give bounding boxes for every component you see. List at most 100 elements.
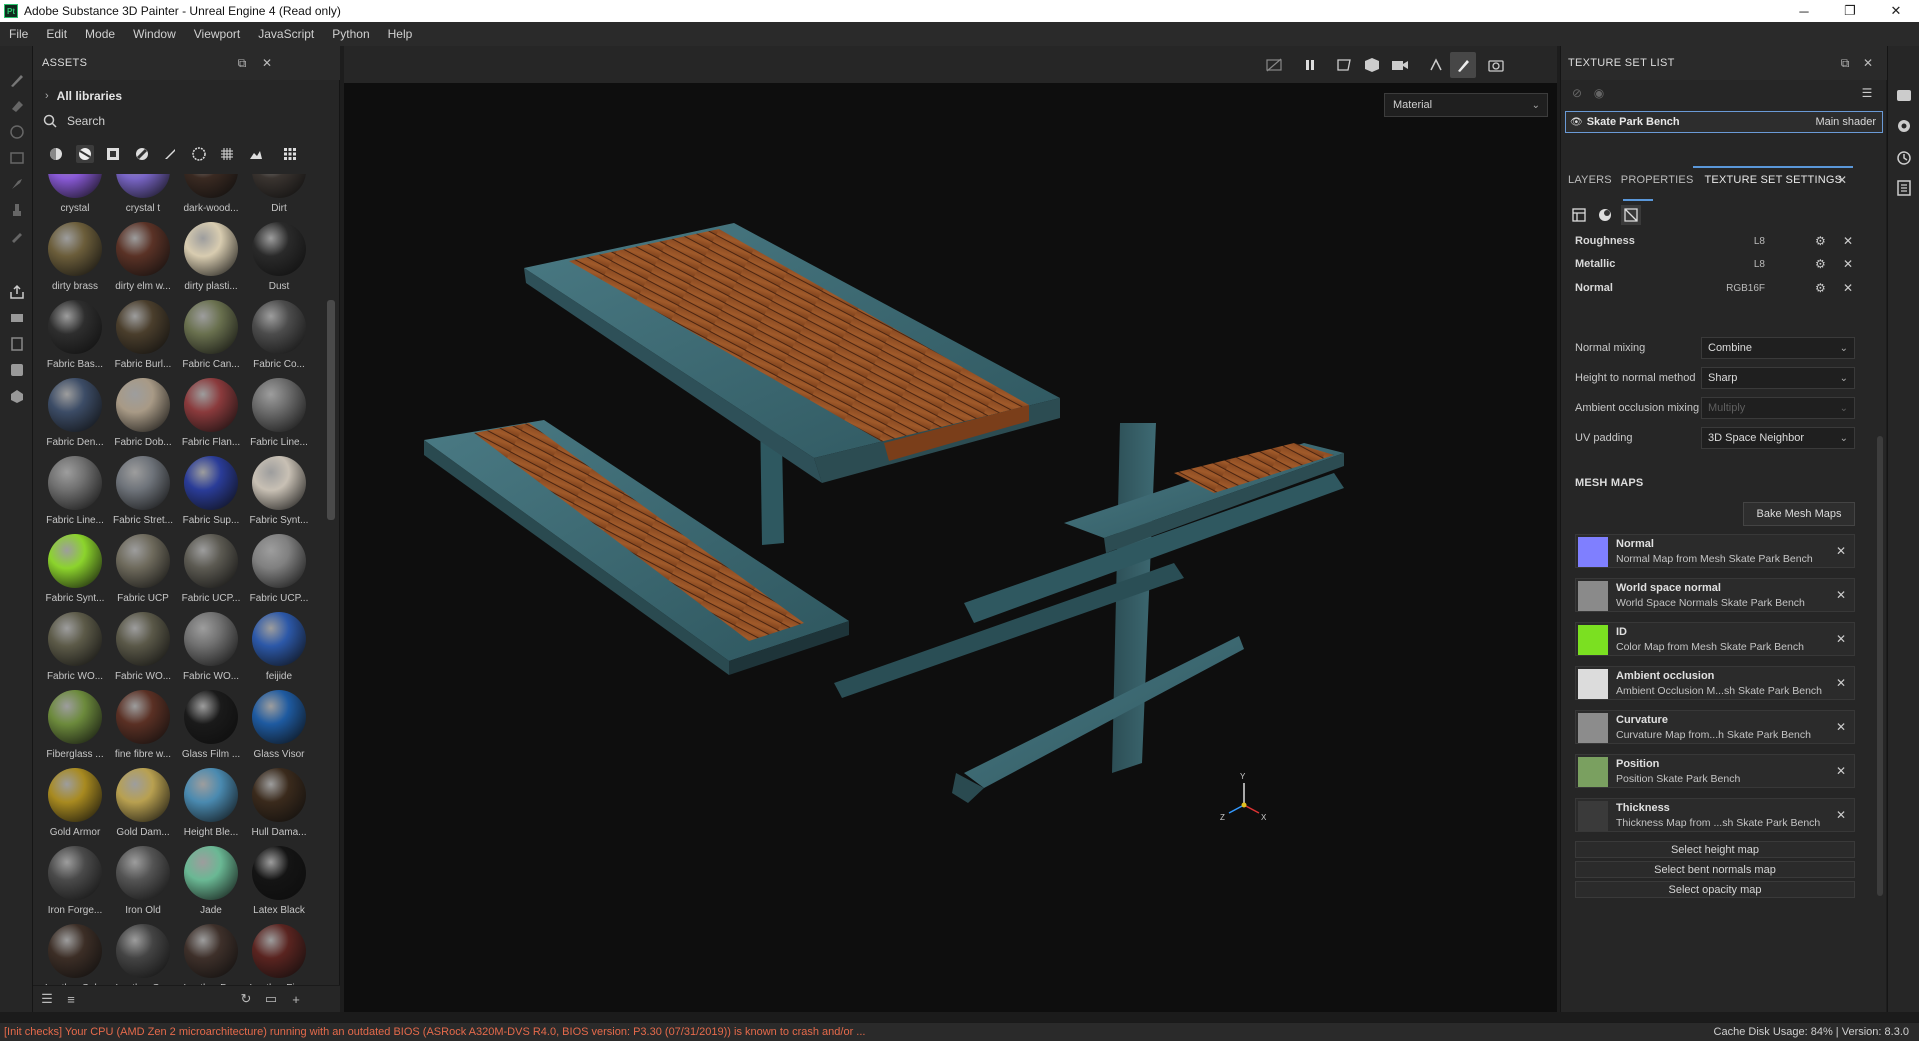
asset-thumbnail[interactable]: Fabric Flan... [173,378,241,456]
environment-filter-icon[interactable] [247,145,265,163]
channels-icon[interactable] [1595,205,1615,225]
asset-thumbnail[interactable]: Latex Black [241,846,309,924]
asset-thumbnail[interactable]: Fabric WO... [105,612,173,690]
grunge-filter-icon[interactable] [218,145,236,163]
status-error-message[interactable]: [Init checks] Your CPU (AMD Zen 2 microa… [4,1026,865,1038]
asset-thumbnail[interactable]: Height Ble... [173,768,241,846]
asset-thumbnail[interactable]: Iron Forge... [41,846,105,924]
display-settings-icon[interactable] [7,334,27,354]
shader-settings-icon[interactable] [7,360,27,380]
history-icon[interactable] [1896,150,1912,166]
asset-thumbnail[interactable]: Fabric Bas... [41,300,105,378]
folder-icon[interactable]: ▭ [263,991,279,1007]
remove-channel-icon[interactable]: ✕ [1843,281,1853,295]
asset-thumbnail[interactable]: Fabric Dob... [105,378,173,456]
procedural-filter-icon[interactable] [133,145,151,163]
color-picker-icon[interactable] [7,226,27,246]
3d-view-icon[interactable] [1362,55,1382,75]
asset-thumbnail[interactable]: Fabric Co... [241,300,309,378]
gear-icon[interactable]: ⚙ [1815,257,1826,271]
eraser-icon[interactable] [7,96,27,116]
float-panel-icon[interactable]: ⧉ [1837,55,1853,71]
mesh-map-slot[interactable]: ID Color Map from Mesh Skate Park Bench ✕ [1575,622,1855,656]
menu-mode[interactable]: Mode [76,27,124,41]
close-panel-icon[interactable]: ✕ [1860,55,1876,71]
float-panel-icon[interactable]: ⧉ [234,55,250,71]
channel-format[interactable]: RGB16F [1725,283,1765,294]
maximize-button[interactable]: ❐ [1827,0,1873,22]
asset-thumbnail[interactable]: Hull Dama... [241,768,309,846]
asset-thumbnail[interactable]: Dirt [241,174,309,222]
asset-thumbnail[interactable]: Fabric Line... [241,378,309,456]
close-tab-icon[interactable]: ✕ [1837,173,1847,187]
asset-thumbnail[interactable]: Glass Film ... [173,690,241,768]
projection-icon[interactable] [7,122,27,142]
asset-thumbnail[interactable]: Fabric Synt... [41,534,105,612]
menu-window[interactable]: Window [124,27,185,41]
mesh-map-slot[interactable]: World space normal World Space Normals Sk… [1575,578,1855,612]
asset-thumbnail[interactable]: Gold Dam... [105,768,173,846]
asset-thumbnail[interactable]: Fabric Stret... [105,456,173,534]
paint-brush-icon[interactable] [7,70,27,90]
asset-thumbnail[interactable]: dirty brass [41,222,105,300]
channel-format[interactable]: L8 [1725,236,1765,247]
texture-set-row[interactable]: 👁 Skate Park Bench Main shader [1565,111,1883,133]
log-icon[interactable] [1896,180,1912,196]
export-icon[interactable] [7,282,27,302]
gear-icon[interactable]: ⚙ [1815,281,1826,295]
texture-set-icon[interactable] [1569,205,1589,225]
asset-thumbnail[interactable]: Fiberglass ... [41,690,105,768]
refresh-icon[interactable]: ↻ [238,991,254,1007]
remove-channel-icon[interactable]: ✕ [1843,257,1853,271]
brush-filter-icon[interactable] [161,145,179,163]
menu-icon[interactable]: ☰ [1859,85,1875,101]
asset-thumbnail[interactable]: fine fibre w... [105,690,173,768]
height-to-normal-dropdown[interactable]: Sharp ⌄ [1701,367,1855,389]
mesh-map-slot[interactable]: Ambient occlusion Ambient Occlusion M...s… [1575,666,1855,700]
minimize-button[interactable]: ─ [1781,0,1827,22]
asset-thumbnail[interactable]: Fabric Den... [41,378,105,456]
assets-search[interactable]: Search [43,110,333,132]
channel-format[interactable]: L8 [1725,259,1765,270]
viewport-mode-dropdown[interactable]: Material ⌄ [1384,93,1548,117]
details-view-icon[interactable]: ≡ [63,991,79,1007]
shader-name[interactable]: Main shader [1815,116,1876,128]
close-panel-icon[interactable]: ✕ [259,55,275,71]
smart-material-filter-icon[interactable] [75,145,94,163]
remove-channel-icon[interactable]: ✕ [1843,234,1853,248]
remove-mesh-map-icon[interactable]: ✕ [1836,588,1846,602]
2d-view-icon[interactable] [1334,55,1354,75]
hide-icon[interactable]: ⊘ [1569,85,1585,101]
asset-thumbnail[interactable]: crystal t [105,174,173,222]
asset-thumbnail[interactable]: dirty elm w... [105,222,173,300]
asset-thumbnail[interactable]: Fabric Burl... [105,300,173,378]
camera-icon[interactable] [1390,55,1410,75]
asset-thumbnail[interactable]: Fabric Can... [173,300,241,378]
asset-thumbnail[interactable]: Iron Old [105,846,173,924]
panel-scrollbar[interactable] [1877,436,1883,896]
list-view-icon[interactable]: ☰ [39,991,55,1007]
asset-thumbnail[interactable]: dirty plasti... [173,222,241,300]
alpha-filter-icon[interactable] [190,145,208,163]
asset-thumbnail[interactable]: dark-wood... [173,174,241,222]
remove-mesh-map-icon[interactable]: ✕ [1836,676,1846,690]
bake-icon[interactable] [7,308,27,328]
viewer-settings-icon[interactable] [7,386,27,406]
remove-mesh-map-icon[interactable]: ✕ [1836,544,1846,558]
tab-properties[interactable]: PROPERTIES [1621,174,1694,186]
asset-thumbnail[interactable]: Fabric UCP [105,534,173,612]
menu-file[interactable]: File [0,27,37,41]
texture-filter-icon[interactable] [104,145,122,163]
menu-python[interactable]: Python [323,27,378,41]
tab-texture-set-settings[interactable]: TEXTURE SET SETTINGS [1705,174,1843,186]
menu-help[interactable]: Help [379,27,422,41]
asset-thumbnail[interactable]: Jade [173,846,241,924]
grid-view-icon[interactable] [281,145,299,163]
menu-javascript[interactable]: JavaScript [249,27,323,41]
polygon-fill-icon[interactable] [7,148,27,168]
asset-thumbnail[interactable]: Fabric Sup... [173,456,241,534]
remove-mesh-map-icon[interactable]: ✕ [1836,764,1846,778]
mesh-map-slot[interactable]: Position Position Skate Park Bench ✕ [1575,754,1855,788]
clone-stamp-icon[interactable] [7,200,27,220]
show-icon[interactable]: ◉ [1591,85,1607,101]
